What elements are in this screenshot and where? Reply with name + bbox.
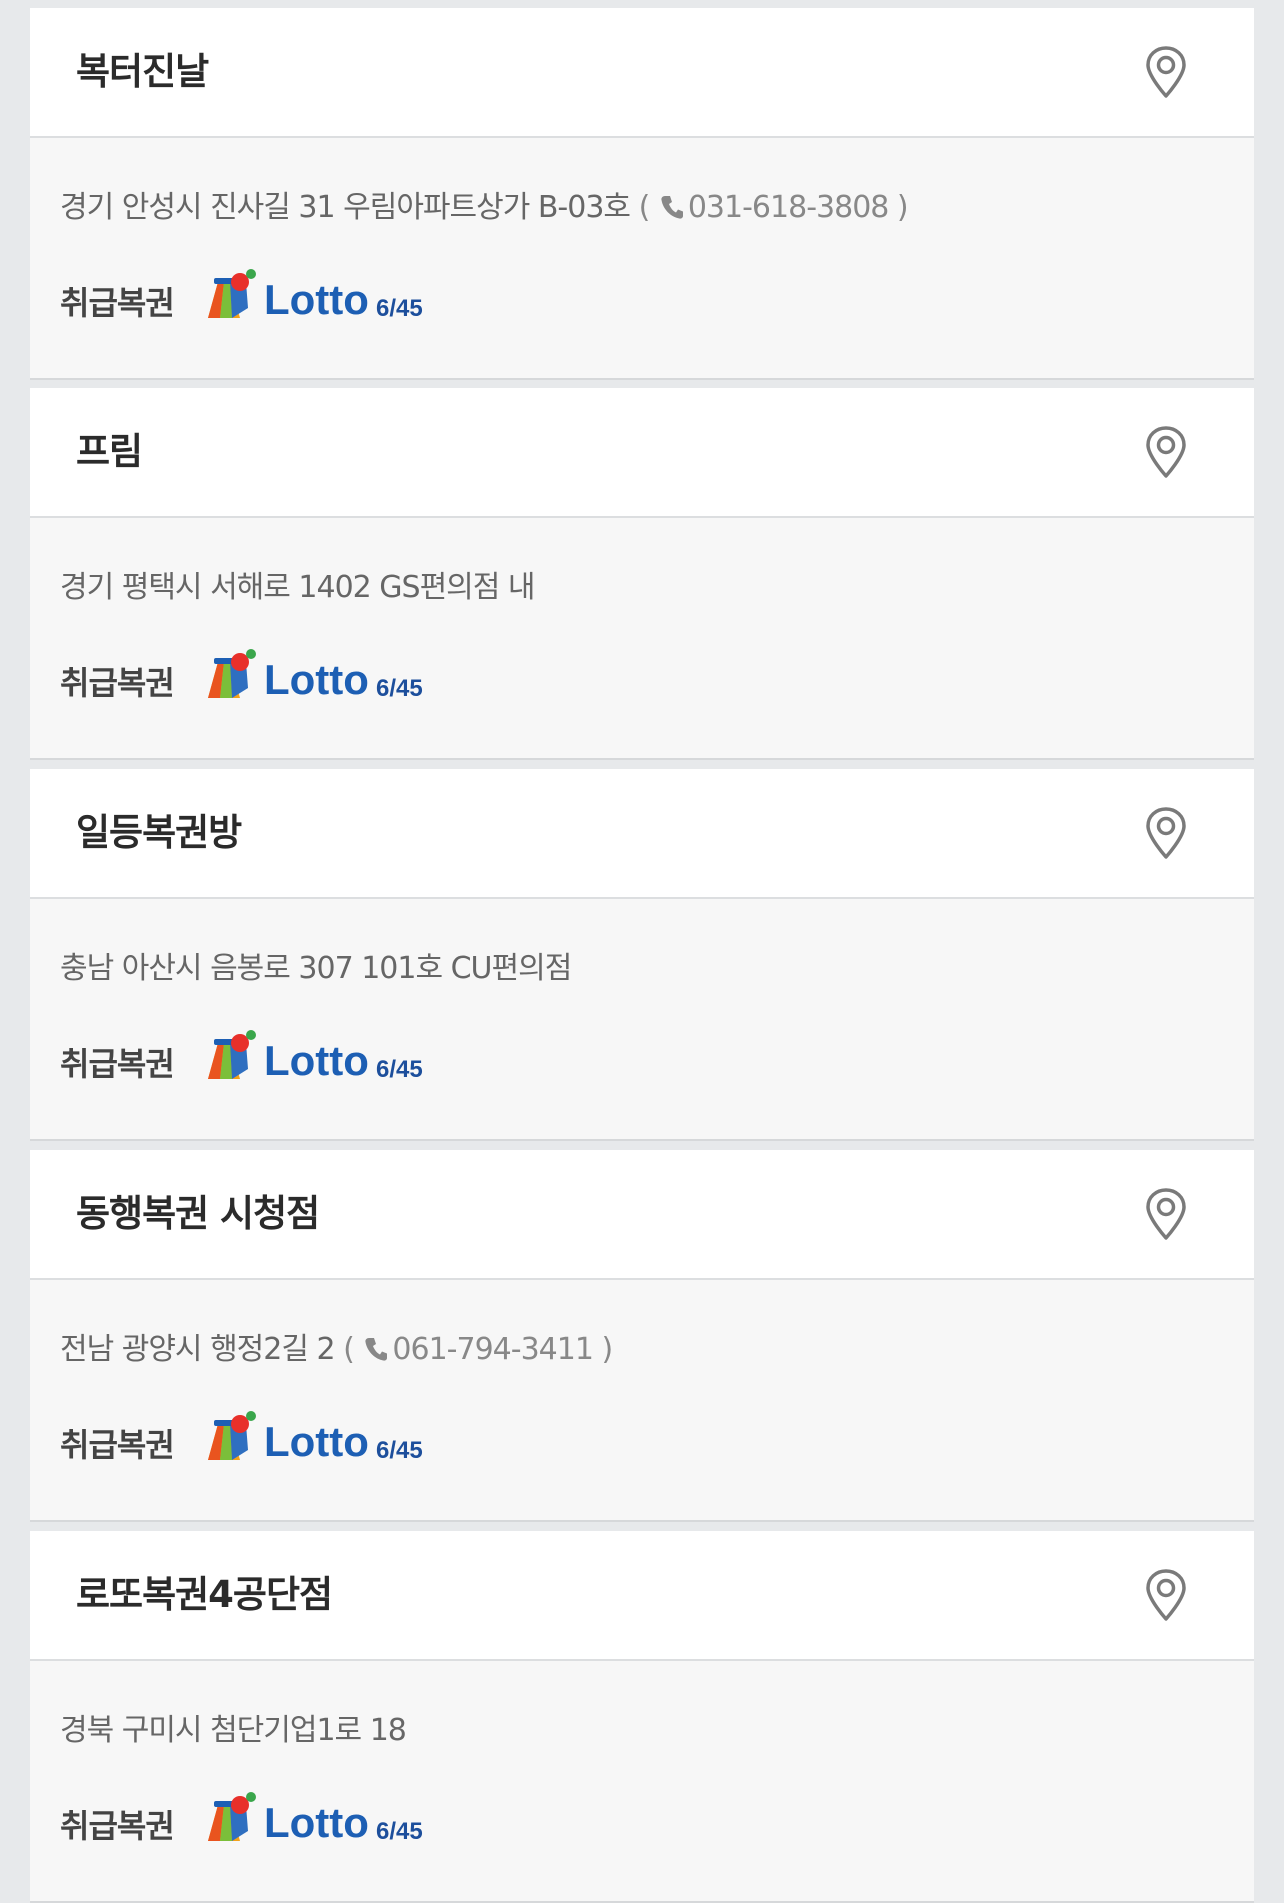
store-address-row: 경기 평택시 서해로 1402 GS편의점 내 [60, 562, 536, 606]
games-label: 취급복권 [60, 1426, 175, 1464]
lotto-logo-sub: 6/45 [376, 675, 423, 702]
store-card: 동행복권 시청점 전남 광양시 행정2길 2 ( 061-794-3411 ) … [30, 1150, 1254, 1522]
store-body: 경기 평택시 서해로 1402 GS편의점 내 취급복권 Lotto 6/45 [30, 518, 1254, 760]
store-phone-link[interactable]: 031-618-3808 [688, 190, 890, 225]
store-address: 전남 광양시 행정2길 2 [60, 1332, 336, 1367]
store-name: 동행복권 시청점 [76, 1192, 320, 1235]
store-card: 프림 경기 평택시 서해로 1402 GS편의점 내 취급복권 Lotto 6/… [30, 388, 1254, 760]
store-address-row: 충남 아산시 음봉로 307 101호 CU편의점 [60, 943, 572, 987]
phone-icon [364, 1335, 388, 1370]
store-body: 경북 구미시 첨단기업1로 18 취급복권 Lotto 6/45 [30, 1661, 1254, 1903]
phone-group: ( 061-794-3411 ) [343, 1332, 613, 1370]
games-label: 취급복권 [60, 284, 175, 322]
store-name: 프림 [76, 430, 143, 473]
store-address-row: 전남 광양시 행정2길 2 ( 061-794-3411 ) [60, 1324, 613, 1370]
store-name: 복터진날 [76, 50, 209, 93]
store-name: 일등복권방 [76, 811, 242, 854]
store-header: 프림 [30, 388, 1254, 518]
lotto-logo-text: Lotto [264, 1418, 369, 1465]
map-pin-icon[interactable] [1138, 1567, 1194, 1623]
store-header: 일등복권방 [30, 769, 1254, 899]
lotto-logo: Lotto 6/45 [208, 1411, 423, 1465]
store-name: 로또복권4공단점 [76, 1573, 333, 1616]
map-pin-icon[interactable] [1138, 44, 1194, 100]
lotto-logo-text: Lotto [264, 656, 369, 703]
lotto-logo: Lotto 6/45 [208, 269, 423, 323]
lotto-logo-text: Lotto [264, 1799, 369, 1846]
lotto-logo-text: Lotto [264, 276, 369, 323]
games-label: 취급복권 [60, 1807, 175, 1845]
map-pin-icon[interactable] [1138, 805, 1194, 861]
store-address: 경기 평택시 서해로 1402 GS편의점 내 [60, 570, 536, 605]
store-header: 복터진날 [30, 8, 1254, 138]
store-card: 일등복권방 충남 아산시 음봉로 307 101호 CU편의점 취급복권 Lot… [30, 769, 1254, 1141]
lotto-logo-sub: 6/45 [376, 295, 423, 322]
store-address: 경북 구미시 첨단기업1로 18 [60, 1713, 407, 1748]
lotto-logo: Lotto 6/45 [208, 1792, 423, 1846]
store-address: 충남 아산시 음봉로 307 101호 CU편의점 [60, 951, 572, 986]
store-address-row: 경기 안성시 진사길 31 우림아파트상가 B-03호 ( 031-618-38… [60, 182, 909, 228]
lotto-logo: Lotto 6/45 [208, 649, 423, 703]
store-body: 충남 아산시 음봉로 307 101호 CU편의점 취급복권 Lotto 6/4… [30, 899, 1254, 1141]
store-body: 경기 안성시 진사길 31 우림아파트상가 B-03호 ( 031-618-38… [30, 138, 1254, 380]
lotto-logo-sub: 6/45 [376, 1056, 423, 1083]
store-card: 로또복권4공단점 경북 구미시 첨단기업1로 18 취급복권 Lotto 6/4… [30, 1531, 1254, 1903]
lotto-logo-text: Lotto [264, 1037, 369, 1084]
phone-group: ( 031-618-3808 ) [639, 190, 909, 228]
lotto-logo-sub: 6/45 [376, 1437, 423, 1464]
store-phone-link[interactable]: 061-794-3411 [392, 1332, 594, 1367]
map-pin-icon[interactable] [1138, 1186, 1194, 1242]
map-pin-icon[interactable] [1138, 424, 1194, 480]
store-card: 복터진날 경기 안성시 진사길 31 우림아파트상가 B-03호 ( 031-6… [30, 8, 1254, 380]
store-body: 전남 광양시 행정2길 2 ( 061-794-3411 ) 취급복권 Lott… [30, 1280, 1254, 1522]
store-header: 로또복권4공단점 [30, 1531, 1254, 1661]
store-address-row: 경북 구미시 첨단기업1로 18 [60, 1705, 407, 1749]
phone-icon [660, 193, 684, 228]
lotto-logo-sub: 6/45 [376, 1818, 423, 1845]
store-header: 동행복권 시청점 [30, 1150, 1254, 1280]
lotto-logo: Lotto 6/45 [208, 1030, 423, 1084]
store-address: 경기 안성시 진사길 31 우림아파트상가 B-03호 [60, 190, 631, 225]
games-label: 취급복권 [60, 664, 175, 702]
games-label: 취급복권 [60, 1045, 175, 1083]
